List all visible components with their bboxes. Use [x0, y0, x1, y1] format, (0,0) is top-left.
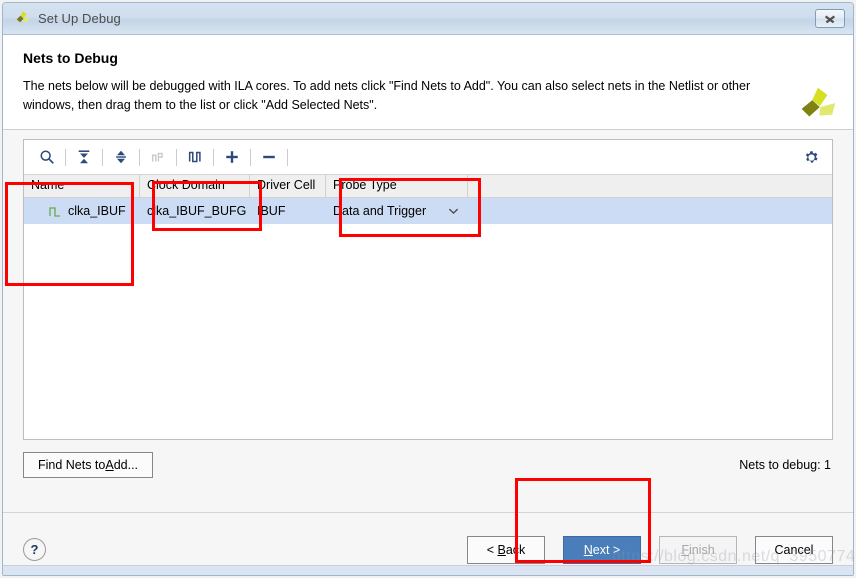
screenshot-root: Set Up Debug Nets to Debug The nets belo…: [0, 0, 856, 578]
column-header-driver-cell[interactable]: Driver Cell: [250, 175, 326, 197]
toolbar-separator: [287, 148, 288, 166]
column-header-probe-type[interactable]: Probe Type: [326, 175, 468, 197]
find-nets-mnemonic: A: [105, 458, 114, 472]
toolbar-separator: [65, 148, 66, 166]
column-header-name[interactable]: Name: [24, 175, 140, 197]
nets-to-debug-count: Nets to debug: 1: [739, 458, 831, 472]
cell-name[interactable]: clka_IBUF: [24, 198, 140, 224]
cell-probe-type[interactable]: Data and Trigger: [326, 198, 468, 224]
column-header-clock-domain[interactable]: Clock Domain: [140, 175, 250, 197]
finish-mnemonic: F: [681, 542, 689, 557]
find-nets-to-add-button[interactable]: Find Nets to Add...: [23, 452, 153, 478]
next-mnemonic: N: [583, 542, 593, 557]
waveform-disabled-icon: [145, 145, 171, 169]
nets-actions-row: Find Nets to Add... Nets to debug: 1: [23, 452, 833, 478]
probe-type-value: Data and Trigger: [333, 204, 427, 218]
cancel-button[interactable]: Cancel: [755, 535, 833, 564]
expand-all-icon[interactable]: [108, 145, 134, 169]
plus-icon[interactable]: [219, 145, 245, 169]
next-button[interactable]: Next >: [563, 535, 641, 564]
toolbar-separator: [213, 148, 214, 166]
xilinx-brand-logo-icon: [793, 83, 839, 129]
window-title: Set Up Debug: [38, 11, 121, 26]
page-description: The nets below will be debugged with ILA…: [23, 79, 751, 112]
cell-clock-domain[interactable]: clka_IBUF_BUFG: [140, 198, 250, 224]
chevron-down-icon[interactable]: [448, 204, 459, 218]
cell-driver-cell[interactable]: IBUF: [250, 198, 326, 224]
net-name-label: clka_IBUF: [68, 204, 126, 218]
probe-type-select[interactable]: Data and Trigger: [333, 204, 468, 218]
back-mnemonic: B: [497, 542, 506, 557]
dialog-body: Name Clock Domain Driver Cell Probe Type: [3, 130, 853, 512]
nets-toolbar: [24, 140, 832, 175]
clock-edge-icon: [48, 205, 62, 218]
toolbar-separator: [139, 148, 140, 166]
nets-grid: Name Clock Domain Driver Cell Probe Type: [24, 175, 832, 439]
title-bar: Set Up Debug: [3, 3, 853, 35]
xilinx-logo-icon: [13, 10, 31, 28]
setup-debug-dialog: Set Up Debug Nets to Debug The nets belo…: [2, 2, 854, 576]
grid-empty-area: [24, 224, 832, 439]
toolbar-separator: [250, 148, 251, 166]
minus-icon[interactable]: [256, 145, 282, 169]
search-icon[interactable]: [34, 145, 60, 169]
back-button[interactable]: < Back: [467, 535, 545, 564]
finish-button: Finish: [659, 535, 737, 564]
gear-icon[interactable]: [798, 145, 824, 169]
cell-filler: [468, 198, 832, 224]
wizard-nav-buttons: < Back Next > Finish Cancel: [467, 535, 833, 564]
table-row[interactable]: clka_IBUF clka_IBUF_BUFG IBUF Data and T…: [24, 198, 832, 224]
close-button[interactable]: [815, 9, 845, 28]
window-bottom-strip: [3, 565, 853, 575]
grid-header-row: Name Clock Domain Driver Cell Probe Type: [24, 175, 832, 198]
toolbar-separator: [102, 148, 103, 166]
help-button[interactable]: ?: [23, 538, 46, 561]
column-header-filler: [468, 175, 832, 197]
nets-panel: Name Clock Domain Driver Cell Probe Type: [23, 139, 833, 440]
dialog-header: Nets to Debug The nets below will be deb…: [3, 35, 853, 130]
waveform-icon[interactable]: [182, 145, 208, 169]
page-title: Nets to Debug: [23, 50, 118, 66]
toolbar-separator: [176, 148, 177, 166]
collapse-all-icon[interactable]: [71, 145, 97, 169]
